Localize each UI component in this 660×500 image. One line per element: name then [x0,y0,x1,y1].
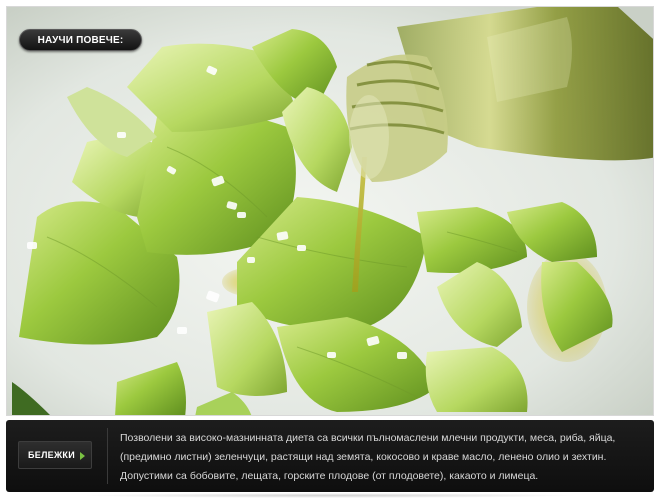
notes-label: БЕЛЕЖКИ [28,450,75,460]
caption-text: Позволени за високо-мазнинната диета са … [120,432,616,482]
notes-button[interactable]: БЕЛЕЖКИ [18,441,92,469]
caption-divider [107,428,108,484]
hero-image: НАУЧИ ПОВЕЧЕ: [6,6,654,416]
panel-shadow [80,493,580,498]
caption-panel: БЕЛЕЖКИ Позволени за високо-мазнинната д… [6,420,654,492]
learn-more-button[interactable]: НАУЧИ ПОВЕЧЕ: [19,29,142,51]
slideshow-frame: НАУЧИ ПОВЕЧЕ: БЕЛЕЖКИ Позволени за висок… [0,0,660,500]
play-arrow-icon [80,452,85,460]
